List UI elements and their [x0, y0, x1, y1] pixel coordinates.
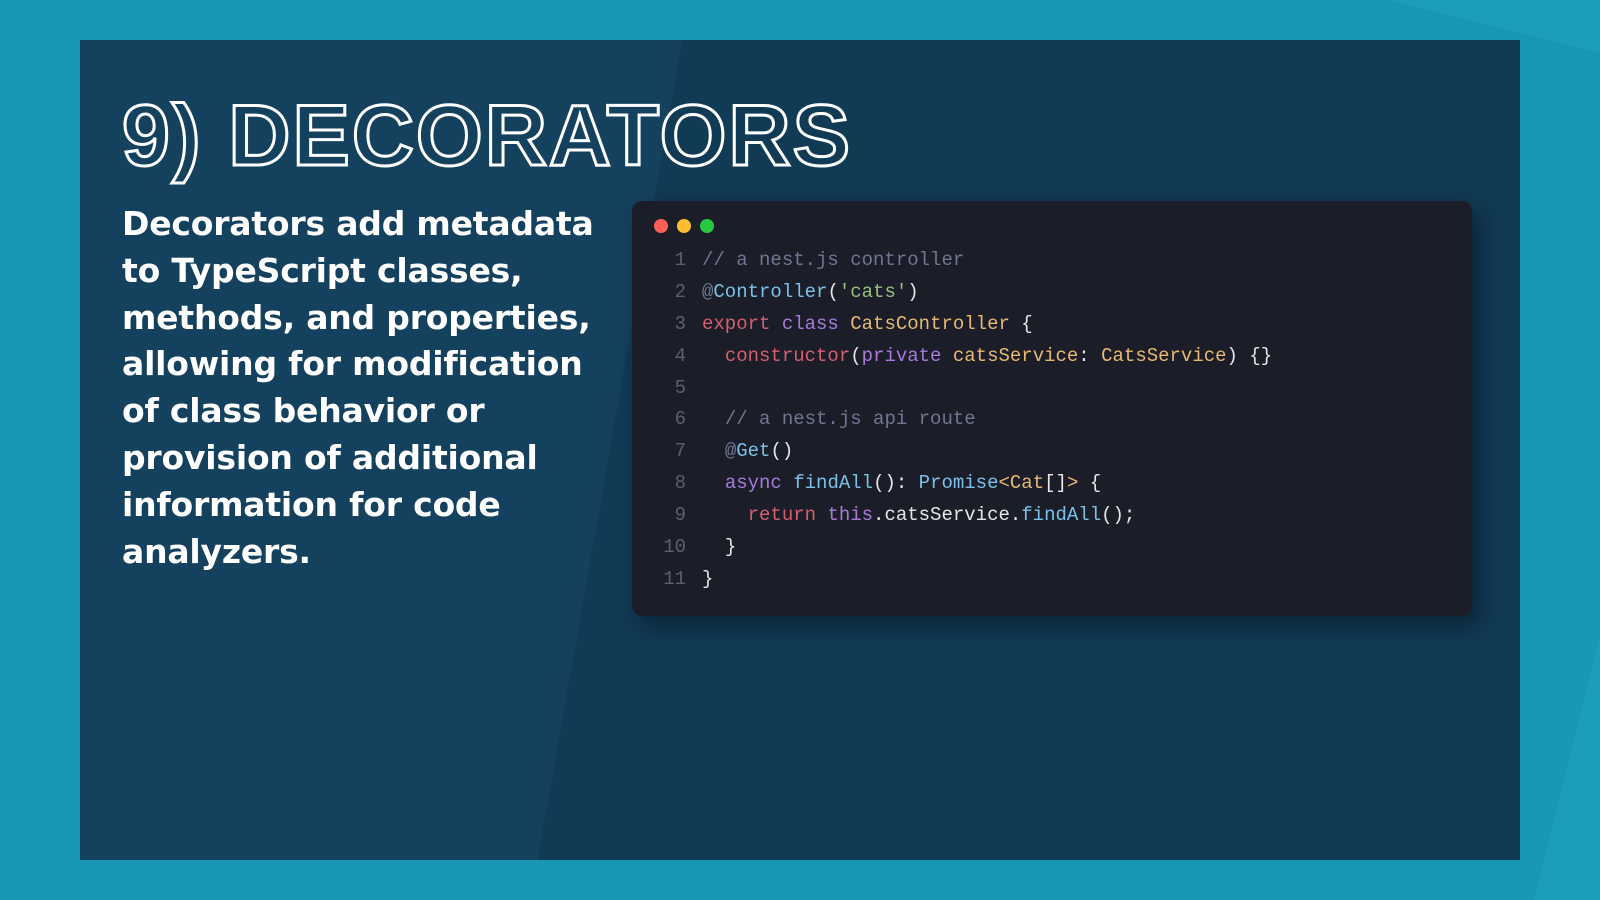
- line-number: 8: [654, 468, 686, 500]
- line-number: 2: [654, 277, 686, 309]
- code-line: 1 // a nest.js controller: [654, 245, 1450, 277]
- line-number: 11: [654, 564, 686, 596]
- line-number: 5: [654, 373, 686, 405]
- code-line: 7 @Get(): [654, 436, 1450, 468]
- code-block: 1 // a nest.js controller 2 @Controller('ca…: [654, 245, 1450, 596]
- code-line: 3 export class CatsController {: [654, 309, 1450, 341]
- content-row: Decorators add metadata to TypeScript cl…: [122, 201, 1472, 616]
- line-content: constructor(private catsService: CatsSer…: [702, 341, 1272, 373]
- line-number: 9: [654, 500, 686, 532]
- code-snippet-card: 1 // a nest.js controller 2 @Controller('ca…: [632, 201, 1472, 616]
- slide-panel: 9) DECORATORS Decorators add metadata to…: [80, 40, 1520, 860]
- line-number: 4: [654, 341, 686, 373]
- slide-title: 9) DECORATORS: [122, 90, 1472, 183]
- code-line: 5: [654, 373, 1450, 405]
- code-line: 8 async findAll(): Promise<Cat[]> {: [654, 468, 1450, 500]
- code-line: 6 // a nest.js api route: [654, 404, 1450, 436]
- code-line: 2 @Controller('cats'): [654, 277, 1450, 309]
- line-content: async findAll(): Promise<Cat[]> {: [702, 468, 1101, 500]
- line-content: }: [702, 532, 736, 564]
- window-controls: [654, 219, 1450, 233]
- line-content: @Controller('cats'): [702, 277, 919, 309]
- minimize-icon: [677, 219, 691, 233]
- slide-description: Decorators add metadata to TypeScript cl…: [122, 201, 602, 576]
- line-content: [702, 373, 713, 405]
- line-number: 7: [654, 436, 686, 468]
- line-content: // a nest.js api route: [702, 404, 976, 436]
- maximize-icon: [700, 219, 714, 233]
- line-content: @Get(): [702, 436, 793, 468]
- code-line: 9 return this.catsService.findAll();: [654, 500, 1450, 532]
- code-line: 10 }: [654, 532, 1450, 564]
- line-number: 1: [654, 245, 686, 277]
- code-line: 4 constructor(private catsService: CatsS…: [654, 341, 1450, 373]
- code-line: 11}: [654, 564, 1450, 596]
- line-number: 3: [654, 309, 686, 341]
- line-content: export class CatsController {: [702, 309, 1033, 341]
- close-icon: [654, 219, 668, 233]
- line-number: 10: [654, 532, 686, 564]
- line-content: // a nest.js controller: [702, 245, 964, 277]
- line-number: 6: [654, 404, 686, 436]
- line-content: return this.catsService.findAll();: [702, 500, 1135, 532]
- line-content: }: [702, 564, 713, 596]
